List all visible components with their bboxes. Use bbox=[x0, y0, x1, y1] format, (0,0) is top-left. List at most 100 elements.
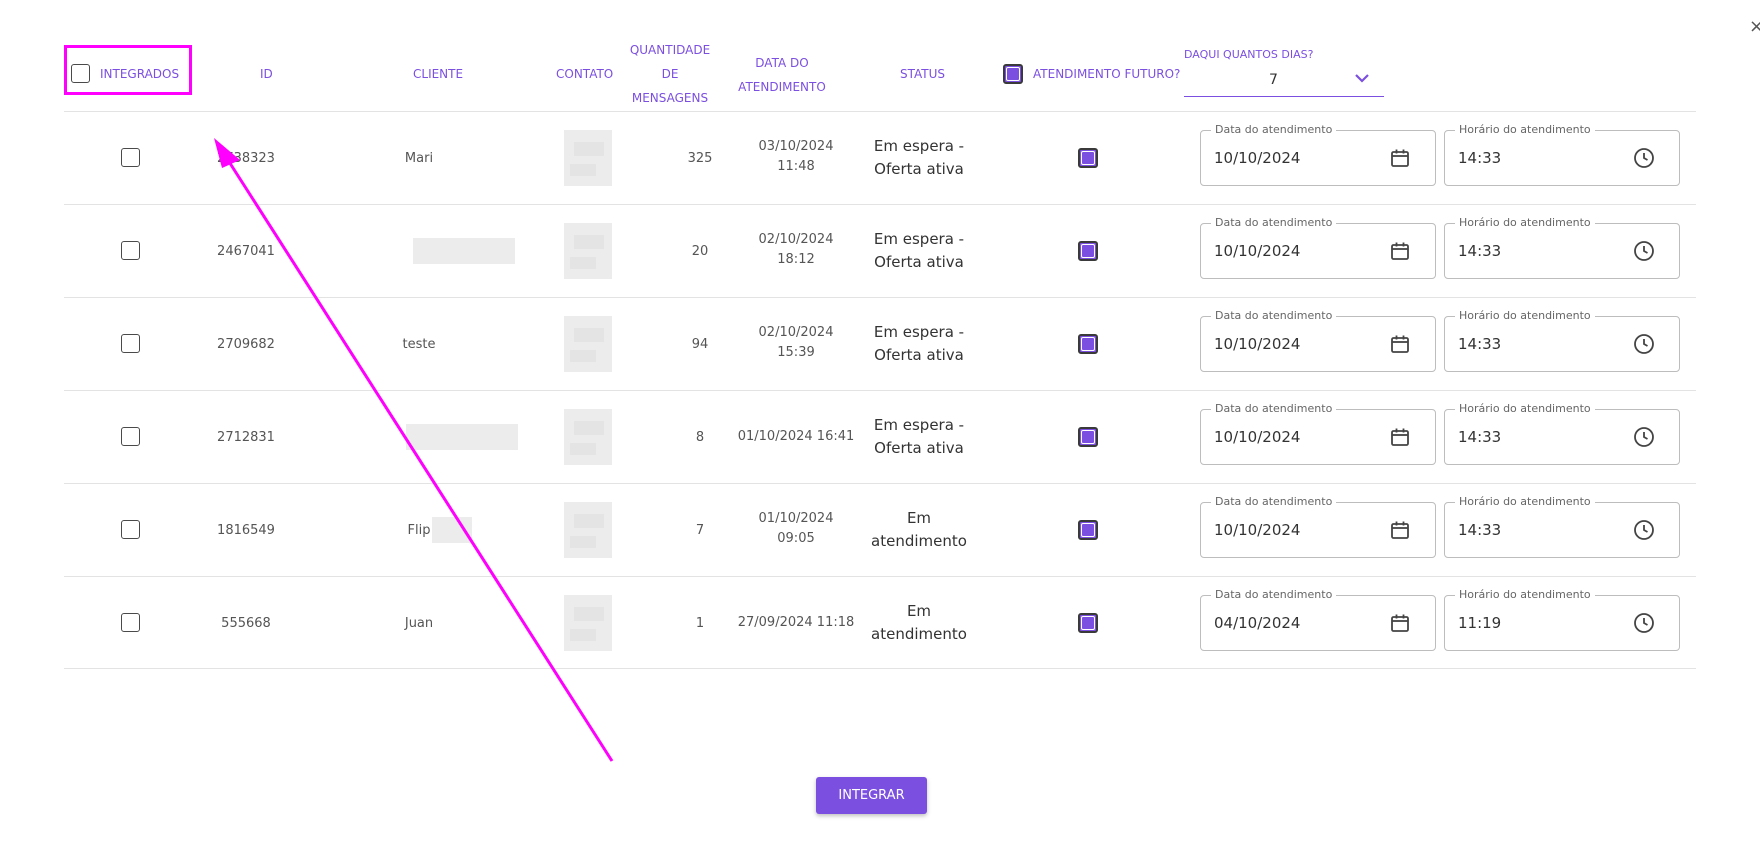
date-field[interactable]: Data do atendimento 04/10/2024 bbox=[1200, 588, 1436, 651]
header-contato[interactable]: CONTATO bbox=[556, 65, 613, 83]
time-field-label: Horário do atendimento bbox=[1455, 309, 1595, 323]
redacted-contact bbox=[564, 409, 612, 465]
redacted-contact-detail bbox=[570, 164, 596, 176]
time-field-value: 14:33 bbox=[1458, 521, 1502, 539]
table-row: 2709682 teste 94 02/10/2024 15:39 Em esp… bbox=[64, 297, 1696, 391]
calendar-icon[interactable] bbox=[1389, 612, 1411, 634]
header-integrados[interactable]: INTEGRADOS bbox=[100, 65, 179, 83]
row-status-line2: atendimento bbox=[871, 625, 967, 643]
row-status-line2: Oferta ativa bbox=[874, 160, 964, 178]
select-all-checkbox[interactable] bbox=[71, 64, 90, 83]
date-field[interactable]: Data do atendimento 10/10/2024 bbox=[1200, 123, 1436, 186]
date-field-label: Data do atendimento bbox=[1211, 123, 1337, 137]
date-field-value: 10/10/2024 bbox=[1214, 335, 1301, 353]
time-field[interactable]: Horário do atendimento 14:33 bbox=[1444, 216, 1680, 279]
time-field[interactable]: Horário do atendimento 14:33 bbox=[1444, 402, 1680, 465]
row-quantidade: 20 bbox=[691, 244, 709, 259]
date-field[interactable]: Data do atendimento 10/10/2024 bbox=[1200, 402, 1436, 465]
time-field-value: 14:33 bbox=[1458, 149, 1502, 167]
header-id[interactable]: ID bbox=[260, 65, 273, 83]
time-field[interactable]: Horário do atendimento 14:33 bbox=[1444, 495, 1680, 558]
date-field[interactable]: Data do atendimento 10/10/2024 bbox=[1200, 309, 1436, 372]
redacted-contact bbox=[564, 502, 612, 558]
calendar-icon[interactable] bbox=[1389, 519, 1411, 541]
clock-icon[interactable] bbox=[1633, 333, 1655, 355]
date-field-label: Data do atendimento bbox=[1211, 495, 1337, 509]
date-field-value: 10/10/2024 bbox=[1214, 149, 1301, 167]
clock-icon[interactable] bbox=[1633, 240, 1655, 262]
integrar-button[interactable]: INTEGRAR bbox=[816, 777, 927, 814]
date-field-value: 10/10/2024 bbox=[1214, 521, 1301, 539]
row-id: 2709682 bbox=[217, 337, 275, 352]
date-field-value: 10/10/2024 bbox=[1214, 428, 1301, 446]
integrado-checkbox[interactable] bbox=[121, 613, 140, 632]
calendar-icon[interactable] bbox=[1389, 147, 1411, 169]
integrado-checkbox[interactable] bbox=[121, 148, 140, 167]
time-field-value: 11:19 bbox=[1458, 614, 1502, 632]
daqui-quantos-dias-label: DAQUI QUANTOS DIAS? bbox=[1184, 48, 1314, 61]
header-cliente[interactable]: CLIENTE bbox=[413, 65, 463, 83]
calendar-icon[interactable] bbox=[1389, 240, 1411, 262]
calendar-icon[interactable] bbox=[1389, 426, 1411, 448]
date-field-label: Data do atendimento bbox=[1211, 216, 1337, 230]
date-field-label: Data do atendimento bbox=[1211, 588, 1337, 602]
atendimento-futuro-checkbox[interactable] bbox=[1078, 241, 1098, 261]
table-bottom-divider bbox=[64, 668, 1696, 669]
table-row: 2712831 Thiago 8 01/10/2024 16:41 Em esp… bbox=[64, 390, 1696, 484]
redacted-contact bbox=[564, 316, 612, 372]
time-field-label: Horário do atendimento bbox=[1455, 495, 1595, 509]
row-status-line1: Em bbox=[906, 509, 932, 527]
time-field[interactable]: Horário do atendimento 11:19 bbox=[1444, 588, 1680, 651]
redacted-contact bbox=[564, 223, 612, 279]
redacted-contact-detail bbox=[574, 421, 604, 435]
row-id: 1816549 bbox=[217, 523, 275, 538]
daqui-quantos-dias-select[interactable]: 7 bbox=[1184, 66, 1384, 97]
redacted-name bbox=[413, 238, 515, 264]
integrado-checkbox[interactable] bbox=[121, 427, 140, 446]
date-field[interactable]: Data do atendimento 10/10/2024 bbox=[1200, 216, 1436, 279]
calendar-icon[interactable] bbox=[1389, 333, 1411, 355]
atendimento-futuro-checkbox[interactable] bbox=[1078, 613, 1098, 633]
row-quantidade: 94 bbox=[691, 337, 709, 352]
header-quantidade[interactable]: QUANTIDADE DE MENSAGENS bbox=[624, 41, 716, 107]
row-id: 2467041 bbox=[217, 244, 275, 259]
time-field[interactable]: Horário do atendimento 14:33 bbox=[1444, 123, 1680, 186]
redacted-contact-detail bbox=[570, 257, 596, 269]
row-id: 555668 bbox=[221, 616, 271, 631]
time-field[interactable]: Horário do atendimento 14:33 bbox=[1444, 309, 1680, 372]
time-field-value: 14:33 bbox=[1458, 335, 1502, 353]
time-field-label: Horário do atendimento bbox=[1455, 123, 1595, 137]
date-field-value: 10/10/2024 bbox=[1214, 242, 1301, 260]
row-status: Em espera - Oferta ativa bbox=[844, 228, 994, 274]
row-status: Em espera - Oferta ativa bbox=[844, 135, 994, 181]
header-status[interactable]: STATUS bbox=[900, 65, 945, 83]
row-status: Em atendimento bbox=[844, 507, 994, 553]
close-icon[interactable]: × bbox=[1749, 16, 1760, 37]
header-data-atendimento[interactable]: DATA DO ATENDIMENTO bbox=[728, 51, 836, 99]
redacted-name bbox=[432, 517, 472, 543]
integrado-checkbox[interactable] bbox=[121, 241, 140, 260]
row-quantidade: 1 bbox=[695, 616, 705, 631]
clock-icon[interactable] bbox=[1633, 612, 1655, 634]
redacted-contact-detail bbox=[574, 235, 604, 249]
row-status-line1: Em espera - bbox=[873, 416, 965, 434]
row-status: Em espera - Oferta ativa bbox=[844, 414, 994, 460]
atendimento-futuro-all-checkbox[interactable] bbox=[1003, 64, 1023, 84]
date-field[interactable]: Data do atendimento 10/10/2024 bbox=[1200, 495, 1436, 558]
row-status-line1: Em espera - bbox=[873, 323, 965, 341]
redacted-contact-detail bbox=[574, 607, 604, 621]
atendimento-futuro-checkbox[interactable] bbox=[1078, 520, 1098, 540]
clock-icon[interactable] bbox=[1633, 426, 1655, 448]
atendimento-futuro-checkbox[interactable] bbox=[1078, 334, 1098, 354]
atendimento-futuro-checkbox[interactable] bbox=[1078, 148, 1098, 168]
redacted-contact-detail bbox=[574, 142, 604, 156]
atendimento-futuro-checkbox[interactable] bbox=[1078, 427, 1098, 447]
header-quantidade-line3: MENSAGENS bbox=[631, 91, 709, 105]
row-status-line1: Em espera - bbox=[873, 230, 965, 248]
clock-icon[interactable] bbox=[1633, 519, 1655, 541]
redacted-contact bbox=[564, 130, 612, 186]
row-id: 2738323 bbox=[217, 151, 275, 166]
integrado-checkbox[interactable] bbox=[121, 520, 140, 539]
clock-icon[interactable] bbox=[1633, 147, 1655, 169]
integrado-checkbox[interactable] bbox=[121, 334, 140, 353]
